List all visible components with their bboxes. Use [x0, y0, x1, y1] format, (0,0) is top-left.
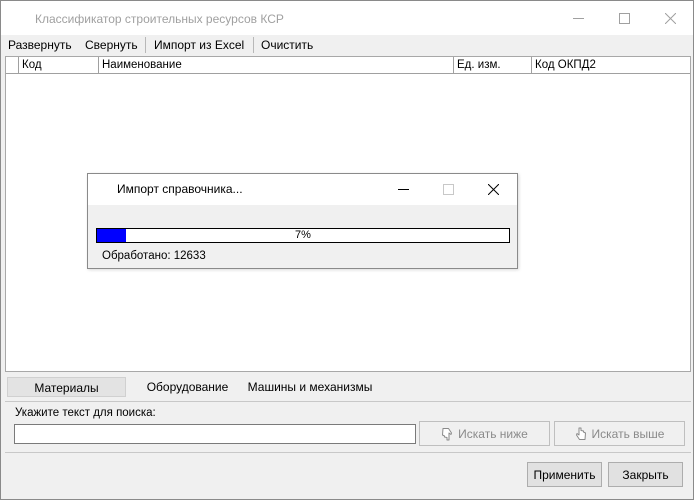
close-button[interactable]: Закрыть — [608, 462, 683, 487]
title-bar: Классификатор строительных ресурсов КСР — [1, 1, 693, 35]
search-down-button[interactable]: Искать ниже — [419, 421, 550, 446]
maximize-icon — [618, 12, 630, 24]
tab-machines[interactable]: Машины и механизмы — [245, 377, 375, 397]
minimize-button[interactable] — [555, 1, 601, 35]
close-window-button[interactable] — [647, 1, 693, 35]
minimize-icon — [398, 188, 409, 190]
main-window: Классификатор строительных ресурсов КСР … — [0, 0, 694, 500]
pointing-hand-down-icon — [441, 427, 453, 441]
menu-bar: Развернуть Свернуть Импорт из Excel Очис… — [1, 35, 693, 55]
menu-expand[interactable]: Развернуть — [8, 38, 72, 52]
tab-equipment[interactable]: Оборудование — [135, 377, 240, 397]
close-icon — [664, 12, 676, 24]
column-header-okpd2[interactable]: Код ОКПД2 — [531, 57, 689, 73]
search-down-label: Искать ниже — [458, 426, 528, 441]
menu-clear[interactable]: Очистить — [261, 38, 313, 52]
grid-header: Код Наименование Ед. изм. Код ОКПД2 — [6, 57, 690, 74]
search-up-label: Искать выше — [591, 426, 665, 441]
dialog-close-button[interactable] — [471, 174, 516, 204]
close-icon — [488, 183, 499, 195]
dialog-maximize-button[interactable] — [426, 174, 471, 204]
menu-separator — [145, 37, 146, 53]
pointing-hand-up-icon — [575, 427, 587, 441]
search-label: Укажите текст для поиска: — [15, 407, 156, 419]
dialog-body: 7% Обработано: 12633 — [88, 205, 517, 268]
window-title: Классификатор строительных ресурсов КСР — [35, 12, 284, 26]
processed-count: 12633 — [173, 250, 206, 262]
import-dialog: Импорт справочника... 7% Обработано: 126… — [87, 173, 518, 269]
menu-separator — [253, 37, 254, 53]
progress-percent: 7% — [295, 229, 311, 241]
resource-tabs: Материалы Оборудование Машины и механизм… — [5, 374, 691, 400]
processed-status: Обработано: 12633 — [102, 250, 206, 262]
search-input[interactable] — [14, 424, 416, 444]
apply-button[interactable]: Применить — [527, 462, 602, 487]
search-panel: Укажите текст для поиска: Искать ниже Ис… — [5, 401, 691, 453]
processed-label: Обработано: — [102, 250, 171, 262]
search-up-button[interactable]: Искать выше — [554, 421, 685, 446]
maximize-button[interactable] — [601, 1, 647, 35]
column-header-unit[interactable]: Ед. изм. — [453, 57, 531, 73]
dialog-minimize-button[interactable] — [381, 174, 426, 204]
column-header-name[interactable]: Наименование — [98, 57, 453, 73]
menu-import-excel[interactable]: Импорт из Excel — [154, 38, 244, 52]
menu-collapse[interactable]: Свернуть — [85, 38, 138, 52]
dialog-title: Импорт справочника... — [117, 182, 243, 196]
maximize-icon — [443, 183, 454, 195]
tab-materials[interactable]: Материалы — [7, 377, 126, 397]
column-header-code[interactable]: Код — [18, 57, 98, 73]
minimize-icon — [572, 17, 584, 19]
import-progress-bar: 7% — [96, 228, 510, 243]
